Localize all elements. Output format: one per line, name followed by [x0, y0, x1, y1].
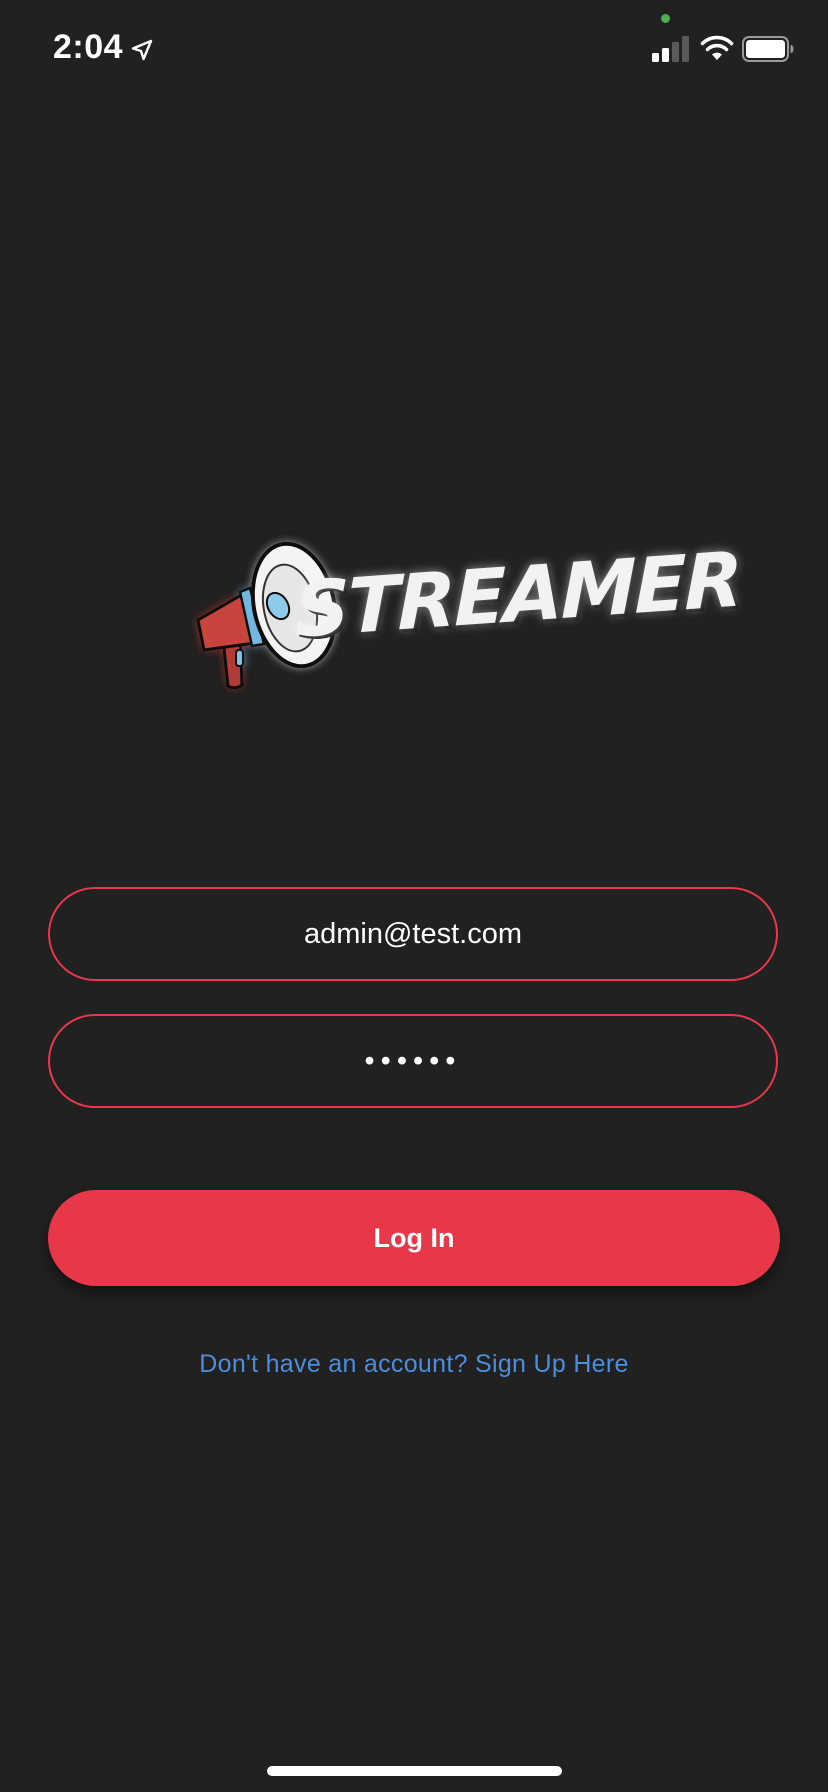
- wifi-icon: [700, 35, 734, 60]
- home-indicator[interactable]: [267, 1766, 562, 1776]
- battery-icon: [742, 36, 794, 62]
- app-logo: STREAMER: [190, 530, 741, 700]
- cellular-signal-icon: [652, 36, 689, 62]
- signup-link[interactable]: Don't have an account? Sign Up Here: [0, 1350, 828, 1379]
- email-field[interactable]: [48, 887, 778, 981]
- camera-indicator-dot: [661, 14, 670, 23]
- status-time: 2:04: [53, 28, 124, 66]
- location-arrow-icon: [131, 39, 153, 61]
- logo-wordmark: STREAMER: [295, 534, 741, 655]
- password-field[interactable]: [48, 1014, 778, 1108]
- status-bar: 2:04: [0, 0, 828, 100]
- login-button[interactable]: Log In: [48, 1190, 780, 1286]
